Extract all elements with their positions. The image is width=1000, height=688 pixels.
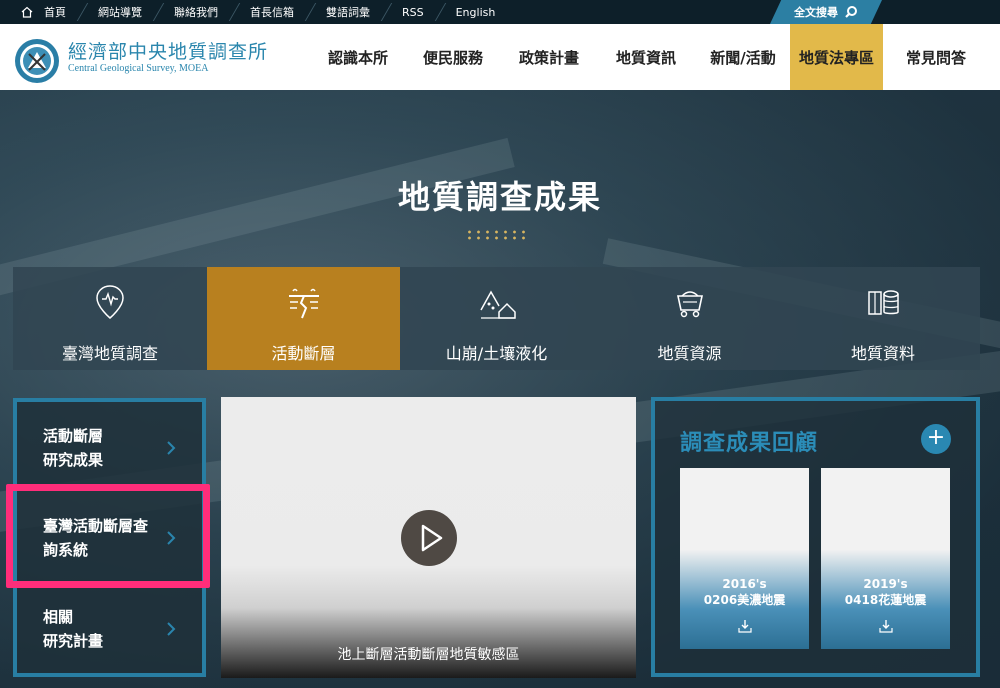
nav-item-geo-info[interactable]: 地質資訊: [607, 24, 685, 90]
plus-icon: +: [926, 425, 946, 450]
brand-name[interactable]: 經濟部中央地質調查所 Central Geological Survey, MO…: [68, 41, 268, 75]
brand-name-zh: 經濟部中央地質調查所: [68, 41, 269, 63]
chevron-right-icon: [167, 441, 176, 455]
separator: [306, 0, 316, 24]
title-dots-decoration: [465, 229, 527, 241]
submenu-item-related-projects[interactable]: 相關 研究計畫: [43, 605, 103, 653]
review-card-2019[interactable]: 2019's 0418花蓮地震: [821, 468, 950, 649]
landslide-house-icon: [479, 290, 516, 319]
tab-geology-data[interactable]: 地質資料: [786, 267, 980, 370]
download-icon[interactable]: [737, 618, 753, 634]
nav-item-news[interactable]: 新聞/活動: [703, 24, 783, 90]
brand-name-en: Central Geological Survey, MOEA: [68, 63, 209, 74]
separator: [154, 0, 164, 24]
tab-landslide-liquefaction[interactable]: 山崩/土壤液化: [400, 267, 593, 370]
submenu-item-research-results[interactable]: 活動斷層 研究成果: [43, 424, 103, 472]
database-icon: [868, 290, 899, 315]
nav-item-about[interactable]: 認識本所: [319, 24, 397, 90]
separator: [436, 0, 446, 24]
play-icon: [421, 524, 443, 552]
top-utility-bar: 首頁 網站導覽 聯絡我們 首長信箱 雙語詞彙 RSS English 全文搜尋: [0, 0, 1000, 24]
review-title: 調查成果回顧: [680, 431, 819, 456]
utility-links: 首頁 網站導覽 聯絡我們 首長信箱 雙語詞彙 RSS English: [20, 0, 507, 24]
nav-item-geology-law[interactable]: 地質法專區: [790, 24, 883, 90]
tab-active-fault[interactable]: 活動斷層: [207, 267, 400, 370]
separator: [78, 0, 88, 24]
more-plus-button[interactable]: +: [921, 424, 951, 454]
utility-link-english[interactable]: English: [456, 6, 508, 19]
category-tabs: 臺灣地質調查 活動斷層 山崩/土壤液化 地質資源 地質資料: [13, 267, 980, 370]
highlight-box: [6, 484, 210, 588]
utility-link-home[interactable]: 首頁: [44, 4, 78, 20]
utility-link-mailbox[interactable]: 首長信箱: [250, 4, 306, 20]
cgs-logo-icon[interactable]: [14, 38, 60, 84]
nav-item-policy[interactable]: 政策計畫: [510, 24, 588, 90]
fault-crack-icon: [288, 288, 319, 319]
play-button[interactable]: [401, 510, 457, 566]
download-icon[interactable]: [878, 618, 894, 634]
video-caption: 池上斷層活動斷層地質敏感區: [337, 647, 520, 663]
fulltext-search-button[interactable]: 全文搜尋: [770, 0, 882, 24]
site-header: 經濟部中央地質調查所 Central Geological Survey, MO…: [0, 24, 1000, 90]
utility-link-contact[interactable]: 聯絡我們: [174, 4, 230, 20]
tab-geology-resources[interactable]: 地質資源: [593, 267, 786, 370]
chevron-right-icon: [167, 622, 176, 636]
nav-item-faq[interactable]: 常見問答: [897, 24, 975, 90]
tab-taiwan-geology-survey[interactable]: 臺灣地質調查: [13, 267, 207, 370]
utility-link-glossary[interactable]: 雙語詞彙: [326, 4, 382, 20]
nav-item-services[interactable]: 便民服務: [414, 24, 492, 90]
utility-link-rss[interactable]: RSS: [402, 6, 436, 19]
separator: [382, 0, 392, 24]
utility-link-sitemap[interactable]: 網站導覽: [98, 4, 154, 20]
mine-cart-icon: [676, 291, 703, 318]
review-card-2016[interactable]: 2016's 0206美濃地震: [680, 468, 809, 649]
separator: [230, 0, 240, 24]
map-pin-pulse-icon: [96, 285, 124, 319]
home-icon[interactable]: [20, 5, 34, 19]
page-title: 地質調查成果: [397, 178, 602, 216]
search-icon: [845, 6, 857, 18]
